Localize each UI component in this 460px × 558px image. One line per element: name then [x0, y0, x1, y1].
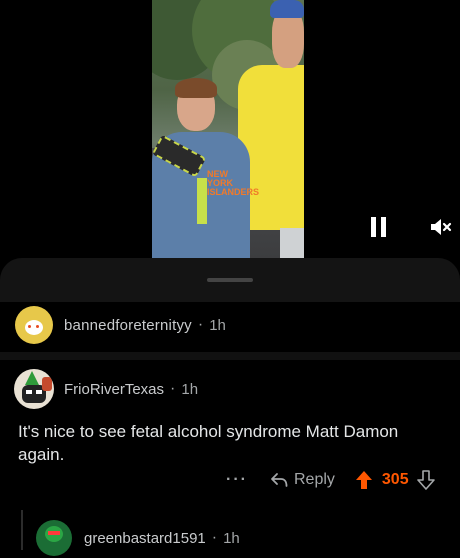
thread-line[interactable] [21, 510, 23, 550]
reply-icon [271, 473, 288, 487]
reply-button[interactable]: Reply [270, 471, 335, 489]
man-cap [270, 0, 304, 18]
separator-dot: · [197, 316, 204, 333]
more-options-button[interactable]: ··· [226, 471, 248, 489]
drag-handle[interactable] [207, 278, 253, 282]
mute-button[interactable] [430, 217, 452, 237]
pause-button[interactable] [371, 217, 389, 237]
comment-author-row[interactable]: FrioRiverTexas · 1h [14, 368, 198, 410]
reply-author-row[interactable]: greenbastard1591 · 1h [36, 518, 240, 558]
separator-dot: · [211, 529, 218, 546]
upvote-arrow-icon [355, 471, 372, 489]
downvote-arrow-icon [416, 470, 435, 490]
post-author[interactable]: bannedforeternityy [64, 317, 192, 334]
sheet-header[interactable] [0, 258, 460, 302]
video-frame: NEW YORK ISLANDERS [152, 0, 304, 258]
reply-avatar[interactable] [36, 520, 72, 556]
upvote-button[interactable] [355, 470, 373, 490]
post-author-row[interactable]: bannedforeternityy · 1h [15, 306, 226, 344]
hoodie-text: NEW YORK ISLANDERS [207, 169, 260, 197]
pause-icon [381, 217, 386, 237]
post-age: 1h [209, 316, 226, 334]
reply-age: 1h [223, 529, 240, 547]
comments-sheet: bannedforeternityy · 1h FrioRiverTexas ·… [0, 258, 460, 556]
pause-icon [371, 217, 376, 237]
man-legs [280, 228, 304, 258]
reply-author[interactable]: greenbastard1591 [84, 530, 206, 547]
comment-actions: ··· Reply 305 [226, 468, 435, 492]
downvote-button[interactable] [416, 470, 435, 490]
reply-label: Reply [293, 471, 335, 488]
comments-list: bannedforeternityy · 1h FrioRiverTexas ·… [0, 302, 460, 556]
user-avatar[interactable] [15, 306, 53, 344]
commenter-avatar[interactable] [14, 369, 54, 409]
volume-muted-icon [431, 219, 452, 235]
vote-score: 305 [381, 471, 409, 488]
comment-age: 1h [181, 380, 199, 398]
comment-body: It's nice to see fetal alcohol syndrome … [18, 422, 399, 464]
video-player[interactable]: NEW YORK ISLANDERS [0, 0, 460, 265]
divider [0, 352, 460, 360]
kid-hair [175, 78, 217, 98]
comment-author[interactable]: FrioRiverTexas [64, 381, 164, 398]
lanyard [197, 178, 207, 224]
separator-dot: · [170, 380, 176, 397]
